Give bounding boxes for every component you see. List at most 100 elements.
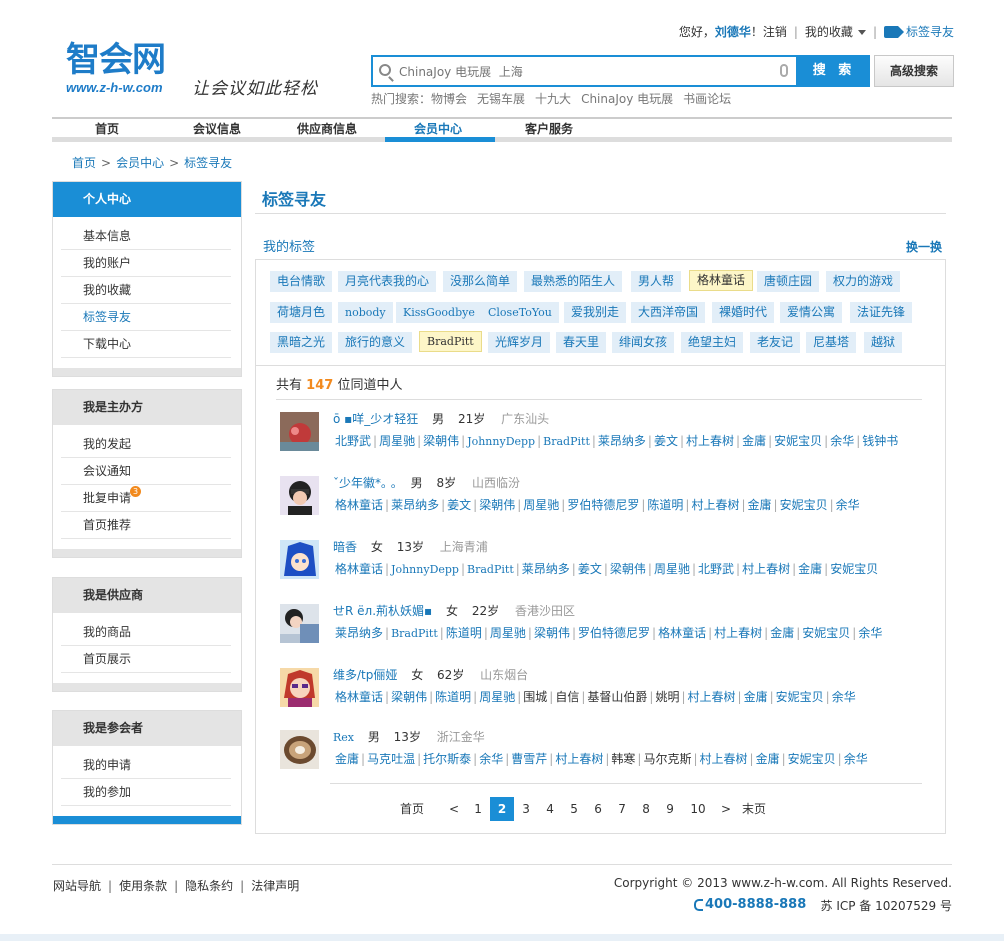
- person-tag[interactable]: 罗伯特德尼罗: [565, 498, 641, 512]
- hot-item[interactable]: 十九大: [535, 92, 571, 106]
- person-tag[interactable]: 周星驰: [477, 690, 517, 704]
- sidebar-item-favorites[interactable]: 我的收藏: [61, 277, 231, 304]
- hot-item[interactable]: ChinaJoy 电玩展: [581, 92, 673, 106]
- person-tag[interactable]: 梁朝伟: [389, 690, 429, 704]
- tag-chip[interactable]: 绝望主妇: [681, 332, 744, 353]
- tag-chip[interactable]: 男人帮: [631, 271, 682, 292]
- person-tag[interactable]: JohnnyDepp: [465, 435, 537, 448]
- person-tag[interactable]: 金庸: [746, 498, 774, 512]
- favorites-dropdown[interactable]: 我的收藏: [805, 23, 866, 40]
- person-tag[interactable]: 余华: [856, 626, 884, 640]
- search-input[interactable]: [399, 62, 759, 82]
- hot-item[interactable]: 无锡车展: [477, 92, 525, 106]
- person-tag[interactable]: JohnnyDepp: [389, 563, 461, 576]
- tag-chip[interactable]: 老友记: [750, 332, 801, 353]
- footer-link-legal[interactable]: 法律声明: [251, 879, 299, 893]
- person-tag[interactable]: 村上春树: [712, 626, 764, 640]
- footer-link-terms[interactable]: 使用条款: [119, 879, 167, 893]
- pager-page[interactable]: 5: [562, 797, 586, 821]
- sidebar-item-meeting-notice[interactable]: 会议通知: [61, 458, 231, 485]
- person-tag[interactable]: 余华: [834, 498, 862, 512]
- tag-chip[interactable]: 越狱: [864, 332, 903, 353]
- person-tag[interactable]: 姜文: [445, 498, 473, 512]
- person-tag[interactable]: 村上春树: [553, 752, 605, 766]
- pager-first[interactable]: 首页: [400, 797, 424, 821]
- person-name[interactable]: 暗香: [333, 540, 357, 554]
- tag-chip[interactable]: 爱我别走: [564, 302, 627, 323]
- tag-chip[interactable]: 光辉岁月: [488, 332, 551, 353]
- tag-chip[interactable]: 尼基塔: [806, 332, 857, 353]
- person-tag[interactable]: BradPitt: [389, 627, 440, 640]
- person-tag[interactable]: 莱昂纳多: [389, 498, 441, 512]
- person-tag[interactable]: 陈道明: [444, 626, 484, 640]
- person-tag[interactable]: 韩寒: [609, 752, 637, 766]
- person-tag[interactable]: 梁朝伟: [608, 562, 648, 576]
- person-name[interactable]: 维多/tp俪娅: [333, 668, 397, 682]
- logout-link[interactable]: 注销: [763, 23, 787, 40]
- person-tag[interactable]: 姜文: [652, 434, 680, 448]
- sidebar-item-my-applications[interactable]: 我的申请: [61, 752, 231, 779]
- breadcrumb-home[interactable]: 首页: [72, 156, 96, 170]
- avatar[interactable]: [280, 604, 319, 643]
- pager-page[interactable]: 7: [610, 797, 634, 821]
- sidebar-item-downloads[interactable]: 下载中心: [61, 331, 231, 358]
- person-tag[interactable]: 格林童话: [333, 498, 385, 512]
- person-tag[interactable]: 马尔克斯: [641, 752, 693, 766]
- person-tag[interactable]: 钱钟书: [860, 434, 900, 448]
- avatar[interactable]: [280, 668, 319, 707]
- tag-chip-selected[interactable]: 格林童话: [689, 270, 754, 291]
- avatar[interactable]: [280, 730, 319, 769]
- hot-item[interactable]: 物博会: [431, 92, 467, 106]
- tag-chip[interactable]: 绯闻女孩: [612, 332, 675, 353]
- person-tag[interactable]: 村上春树: [684, 434, 736, 448]
- pager-prev[interactable]: <: [442, 797, 466, 821]
- person-name[interactable]: せR ёл.荊朲妖媚▪: [333, 604, 432, 618]
- person-tag[interactable]: 马克吐温: [365, 752, 417, 766]
- pager-page[interactable]: 8: [634, 797, 658, 821]
- pager-page[interactable]: 3: [514, 797, 538, 821]
- tag-chip[interactable]: 最熟悉的陌生人: [524, 271, 623, 292]
- sidebar-item-account[interactable]: 我的账户: [61, 250, 231, 277]
- tag-chip[interactable]: 权力的游戏: [826, 271, 901, 292]
- tag-chip[interactable]: 春天里: [556, 332, 607, 353]
- tag-chip[interactable]: 荷塘月色: [270, 302, 333, 323]
- tag-chip[interactable]: 月亮代表我的心: [338, 271, 437, 292]
- sidebar-item-homepage-display[interactable]: 首页展示: [61, 646, 231, 673]
- tag-chip[interactable]: 爱情公寓: [780, 302, 843, 323]
- avatar[interactable]: [280, 540, 319, 579]
- microphone-icon[interactable]: [780, 64, 788, 77]
- tag-chip[interactable]: CloseToYou: [481, 302, 559, 323]
- person-tag[interactable]: 格林童话: [333, 562, 385, 576]
- tag-chip[interactable]: 没那么简单: [443, 271, 518, 292]
- pager-page[interactable]: 4: [538, 797, 562, 821]
- person-tag[interactable]: 金庸: [768, 626, 796, 640]
- sidebar-item-my-products[interactable]: 我的商品: [61, 619, 231, 646]
- refresh-tags-button[interactable]: 换一换: [906, 238, 942, 255]
- person-tag[interactable]: 梁朝伟: [532, 626, 572, 640]
- person-tag[interactable]: 安妮宝贝: [828, 562, 880, 576]
- breadcrumb-current[interactable]: 标签寻友: [184, 156, 232, 170]
- advanced-search-button[interactable]: 高级搜索: [874, 55, 954, 87]
- person-tag[interactable]: 余华: [828, 434, 856, 448]
- person-tag[interactable]: 北野武: [333, 434, 373, 448]
- pager-page[interactable]: 6: [586, 797, 610, 821]
- person-tag[interactable]: 余华: [830, 690, 858, 704]
- person-tag[interactable]: 周星驰: [521, 498, 561, 512]
- pager-page[interactable]: 9: [658, 797, 682, 821]
- sidebar-item-approve-applications[interactable]: 批复申请 3: [61, 485, 231, 512]
- person-name[interactable]: ō ▪咩_少オ轻狂: [333, 412, 418, 426]
- sidebar-item-tag-friends[interactable]: 标签寻友: [61, 304, 231, 331]
- person-name[interactable]: Rex: [333, 731, 354, 744]
- pager-page[interactable]: 1: [466, 797, 490, 821]
- person-tag[interactable]: 基督山伯爵: [585, 690, 649, 704]
- person-name[interactable]: ˇ少年徽*｡ ｡: [333, 476, 397, 490]
- person-tag[interactable]: 周星驰: [377, 434, 417, 448]
- person-tag[interactable]: 围城: [521, 690, 549, 704]
- person-tag[interactable]: BradPitt: [541, 435, 592, 448]
- site-logo[interactable]: 智会网 www.z-h-w.com 让会议如此轻松: [64, 32, 334, 100]
- person-tag[interactable]: 余华: [477, 752, 505, 766]
- tag-chip[interactable]: 大西洋帝国: [631, 302, 706, 323]
- person-tag[interactable]: 格林童话: [656, 626, 708, 640]
- person-tag[interactable]: 金庸: [754, 752, 782, 766]
- avatar[interactable]: [280, 476, 319, 515]
